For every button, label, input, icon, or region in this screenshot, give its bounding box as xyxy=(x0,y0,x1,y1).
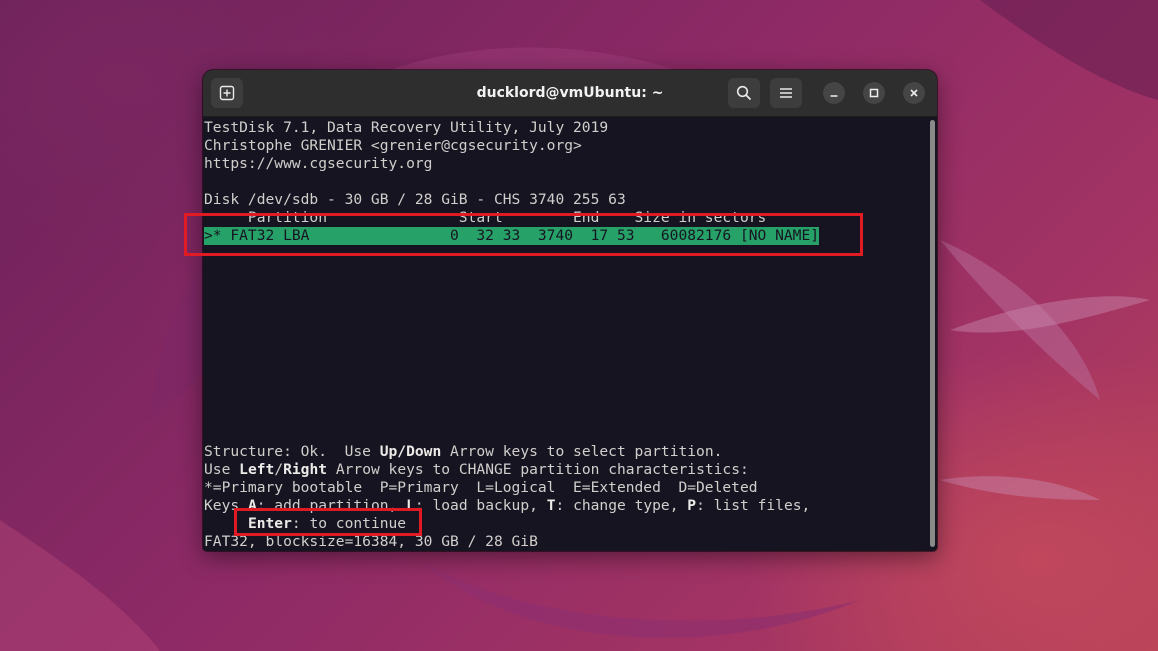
terminal-window: ducklord@vmUbuntu: ~ TestDisk 7.1, Data … xyxy=(203,70,937,551)
key-p: P xyxy=(687,497,697,514)
enter-highlight-box xyxy=(234,508,422,536)
key-t: T xyxy=(546,497,556,514)
titlebar: ducklord@vmUbuntu: ~ xyxy=(203,70,937,117)
key-p-text: : list files, xyxy=(696,497,811,514)
author-line: Christophe GRENIER <grenier@cgsecurity.o… xyxy=(204,137,582,154)
slash: / xyxy=(274,461,284,478)
minimize-button[interactable] xyxy=(823,82,845,104)
updown-key: Up/Down xyxy=(379,443,442,460)
right-key: Right xyxy=(283,461,328,478)
structure-prefix: Structure: Ok. Use xyxy=(204,443,380,460)
partition-highlight-box xyxy=(184,213,863,256)
url-line: https://www.cgsecurity.org xyxy=(204,155,433,172)
key-l-text: : load backup, xyxy=(414,497,547,514)
maximize-button[interactable] xyxy=(863,82,885,104)
disk-info: Disk /dev/sdb - 30 GB / 28 GiB - CHS 374… xyxy=(204,191,626,208)
terminal-scrollbar[interactable] xyxy=(930,120,935,547)
leftright-help: Use Left/Right Arrow keys to CHANGE part… xyxy=(204,461,749,479)
hamburger-menu-icon xyxy=(780,88,792,98)
partition-type-legend: *=Primary bootable P=Primary L=Logical E… xyxy=(204,479,758,496)
search-button[interactable] xyxy=(728,78,760,108)
use-prefix: Use xyxy=(204,461,240,478)
structure-suffix: Arrow keys to select partition. xyxy=(441,443,723,460)
minimize-icon xyxy=(830,95,838,97)
close-button[interactable] xyxy=(903,82,925,104)
left-key: Left xyxy=(239,461,275,478)
maximize-icon xyxy=(869,88,879,98)
terminal-output[interactable]: TestDisk 7.1, Data Recovery Utility, Jul… xyxy=(203,117,925,551)
close-icon xyxy=(910,89,918,97)
use-suffix: Arrow keys to CHANGE partition character… xyxy=(327,461,749,478)
key-t-text: : change type, xyxy=(555,497,688,514)
header-line: TestDisk 7.1, Data Recovery Utility, Jul… xyxy=(204,119,609,136)
new-tab-button[interactable] xyxy=(211,78,243,108)
search-icon xyxy=(736,85,752,101)
structure-status: Structure: Ok. Use Up/Down Arrow keys to… xyxy=(204,443,722,461)
menu-button[interactable] xyxy=(770,78,802,108)
new-tab-icon xyxy=(219,85,235,101)
